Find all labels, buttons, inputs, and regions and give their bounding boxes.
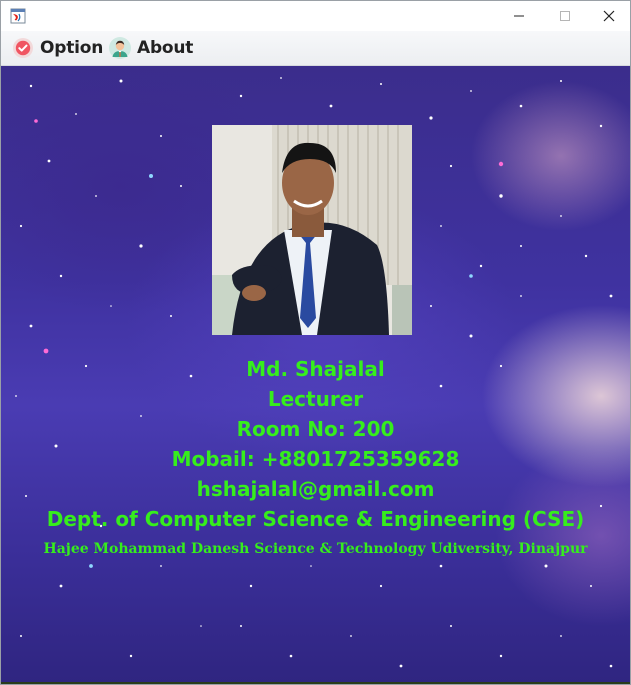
minimize-icon bbox=[513, 7, 525, 26]
department-name: Dept. of Computer Science & Engineering … bbox=[46, 507, 585, 531]
menu-about-label: About bbox=[137, 38, 194, 58]
mobile-number: Mobail: +8801725359628 bbox=[171, 447, 460, 471]
menu-about[interactable]: About bbox=[108, 35, 193, 61]
profile-photo bbox=[212, 125, 412, 335]
university-name: Hajee Mohammad Danesh Science & Technolo… bbox=[43, 541, 588, 557]
lecturer-designation: Lecturer bbox=[267, 387, 364, 411]
profile-panel: Md. Shajalal Lecturer Room No: 200 Mobai… bbox=[1, 66, 630, 684]
minimize-button[interactable] bbox=[496, 1, 542, 31]
room-number: Room No: 200 bbox=[236, 417, 395, 441]
menu-option[interactable]: Option bbox=[11, 35, 103, 61]
close-icon bbox=[603, 7, 615, 26]
title-bar[interactable] bbox=[1, 1, 630, 31]
maximize-button[interactable] bbox=[542, 1, 588, 31]
person-avatar-icon bbox=[108, 36, 132, 60]
menu-bar: Option About bbox=[1, 31, 630, 66]
lecturer-name: Md. Shajalal bbox=[246, 357, 385, 381]
checkmark-circle-icon bbox=[11, 36, 35, 60]
close-button[interactable] bbox=[586, 1, 630, 31]
java-app-icon bbox=[10, 8, 26, 24]
menu-option-label: Option bbox=[40, 38, 104, 58]
email-address: hshajalal@gmail.com bbox=[196, 477, 435, 501]
maximize-icon bbox=[559, 7, 571, 26]
app-window: Option About Md. Shajalal Lecturer Room … bbox=[0, 0, 631, 685]
